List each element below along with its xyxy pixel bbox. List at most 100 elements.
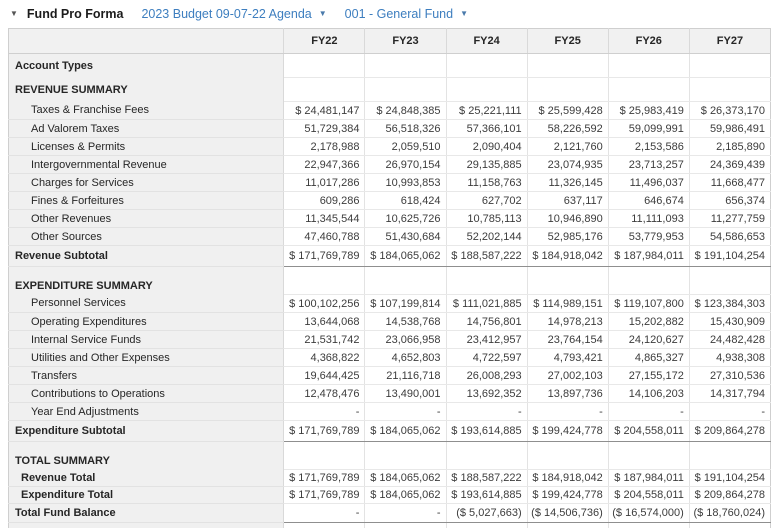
row-label: Fines & Forfeitures xyxy=(9,192,284,210)
row-year-end-adjustments: Year End Adjustments------ xyxy=(9,403,771,421)
cell-fy25: 27,002,103 xyxy=(527,367,608,385)
cell-fy24: 23,412,957 xyxy=(446,331,527,349)
cell-fy24: 26,008,293 xyxy=(446,367,527,385)
cell-fy25 xyxy=(527,54,608,78)
cell-fy26: $ 119,107,800 xyxy=(608,295,689,313)
cell-fy23: $ 107,199,814 xyxy=(365,295,446,313)
cell-fy24: 52,202,144 xyxy=(446,228,527,246)
cell-fy24 xyxy=(446,442,527,470)
cell-fy22: $ 171,769,789 xyxy=(284,470,365,487)
pro-forma-table: FY22FY23FY24FY25FY26FY27 Account TypesRE… xyxy=(8,28,771,528)
cell-fy22: 21,531,742 xyxy=(284,331,365,349)
cell-fy22: $ 100,102,256 xyxy=(284,295,365,313)
cell-fy23: $ 24,848,385 xyxy=(365,102,446,120)
row-personnel-services: Personnel Services$ 100,102,256$ 107,199… xyxy=(9,295,771,313)
cell-fy26: 11,496,037 xyxy=(608,174,689,192)
column-header-fy24: FY24 xyxy=(446,29,527,54)
row-internal-service-funds: Internal Service Funds21,531,74223,066,9… xyxy=(9,331,771,349)
cell-fy26 xyxy=(608,523,689,528)
cell-fy22: 47,460,788 xyxy=(284,228,365,246)
row-label: Operating Expenditures xyxy=(9,313,284,331)
cell-fy22: $ 171,769,789 xyxy=(284,246,365,267)
row-revenue-total: Revenue Total$ 171,769,789$ 184,065,062$… xyxy=(9,470,771,487)
cell-fy27: 11,277,759 xyxy=(689,210,770,228)
cell-fy26 xyxy=(608,78,689,102)
pro-forma-table-container: FY22FY23FY24FY25FY26FY27 Account TypesRE… xyxy=(8,28,780,528)
cell-fy22: 4,368,822 xyxy=(284,349,365,367)
fund-dropdown[interactable]: 001 - General Fund ▼ xyxy=(345,7,468,21)
cell-fy23 xyxy=(365,78,446,102)
cell-fy25: 23,074,935 xyxy=(527,156,608,174)
table-body: Account TypesREVENUE SUMMARYTaxes & Fran… xyxy=(9,54,771,528)
cell-fy22 xyxy=(284,78,365,102)
cell-fy27: - xyxy=(689,403,770,421)
cell-fy22: - xyxy=(284,504,365,523)
cell-fy27: 656,374 xyxy=(689,192,770,210)
cell-fy23: 13,490,001 xyxy=(365,385,446,403)
cell-fy25: $ 184,918,042 xyxy=(527,470,608,487)
cell-fy24: $ 188,587,222 xyxy=(446,246,527,267)
cell-fy25: - xyxy=(527,403,608,421)
column-header-fy22: FY22 xyxy=(284,29,365,54)
cell-fy25: 14,978,213 xyxy=(527,313,608,331)
collapse-caret-icon[interactable]: ▼ xyxy=(10,10,18,18)
row-label: Personnel Services xyxy=(9,295,284,313)
cell-fy24: 4,722,597 xyxy=(446,349,527,367)
row-label: Charges for Services xyxy=(9,174,284,192)
cell-fy24: ($ 5,027,663) xyxy=(446,504,527,523)
cell-fy26: 2,153,586 xyxy=(608,138,689,156)
cell-fy22 xyxy=(284,442,365,470)
row-label: Utilities and Other Expenses xyxy=(9,349,284,367)
cell-fy25: $ 184,918,042 xyxy=(527,246,608,267)
cell-fy24: - xyxy=(446,403,527,421)
cell-fy26: $ 187,984,011 xyxy=(608,470,689,487)
cell-fy22: 2,178,988 xyxy=(284,138,365,156)
cell-fy26: ($ 16,574,000) xyxy=(608,504,689,523)
cell-fy27: 24,369,439 xyxy=(689,156,770,174)
cell-fy26: $ 187,984,011 xyxy=(608,246,689,267)
cell-fy22: 12,478,476 xyxy=(284,385,365,403)
cell-fy24: $ 25,221,111 xyxy=(446,102,527,120)
cell-fy23: 618,424 xyxy=(365,192,446,210)
row-label: Taxes & Franchise Fees xyxy=(9,102,284,120)
cell-fy22: 11,017,286 xyxy=(284,174,365,192)
row-fines-forfeitures: Fines & Forfeitures609,286618,424627,702… xyxy=(9,192,771,210)
cell-fy26: - xyxy=(608,403,689,421)
cell-fy26 xyxy=(608,442,689,470)
cell-fy23: 26,970,154 xyxy=(365,156,446,174)
row-label: EXPENDITURE SUMMARY xyxy=(9,267,284,295)
row-intergovernmental-revenue: Intergovernmental Revenue22,947,36626,97… xyxy=(9,156,771,174)
cell-fy26: 23,713,257 xyxy=(608,156,689,174)
cell-fy23: 51,430,684 xyxy=(365,228,446,246)
cell-fy24: 11,158,763 xyxy=(446,174,527,192)
row-operating-expenditures: Operating Expenditures13,644,06814,538,7… xyxy=(9,313,771,331)
row-label: Ad Valorem Taxes xyxy=(9,120,284,138)
column-header-fy23: FY23 xyxy=(365,29,446,54)
cell-fy23: 2,059,510 xyxy=(365,138,446,156)
cell-fy24: 10,785,113 xyxy=(446,210,527,228)
cell-fy27: $ 26,373,170 xyxy=(689,102,770,120)
cell-fy27: 4,938,308 xyxy=(689,349,770,367)
row-utilities-and-other-expenses: Utilities and Other Expenses4,368,8224,6… xyxy=(9,349,771,367)
cell-fy26: 11,111,093 xyxy=(608,210,689,228)
cell-fy25: 58,226,592 xyxy=(527,120,608,138)
budget-dropdown[interactable]: 2023 Budget 09-07-22 Agenda ▼ xyxy=(141,7,326,21)
cell-fy25: 13,897,736 xyxy=(527,385,608,403)
chevron-down-icon: ▼ xyxy=(460,10,468,18)
cell-fy25: 637,117 xyxy=(527,192,608,210)
cell-fy22: 51,729,384 xyxy=(284,120,365,138)
cell-fy23 xyxy=(365,523,446,528)
cell-fy25: ($ 14,506,736) xyxy=(527,504,608,523)
cell-fy27: $ 209,864,278 xyxy=(689,487,770,504)
cell-fy27: 59,986,491 xyxy=(689,120,770,138)
row-label: Licenses & Permits xyxy=(9,138,284,156)
cell-fy27: $ 191,104,254 xyxy=(689,246,770,267)
fund-dropdown-label: 001 - General Fund xyxy=(345,7,453,21)
row-label: Revenue Total xyxy=(9,470,284,487)
column-header-fy26: FY26 xyxy=(608,29,689,54)
cell-fy23 xyxy=(365,54,446,78)
row-label: Transfers xyxy=(9,367,284,385)
cell-fy26: 27,155,172 xyxy=(608,367,689,385)
cell-fy27: 15,430,909 xyxy=(689,313,770,331)
row-label: Account Types xyxy=(9,54,284,78)
